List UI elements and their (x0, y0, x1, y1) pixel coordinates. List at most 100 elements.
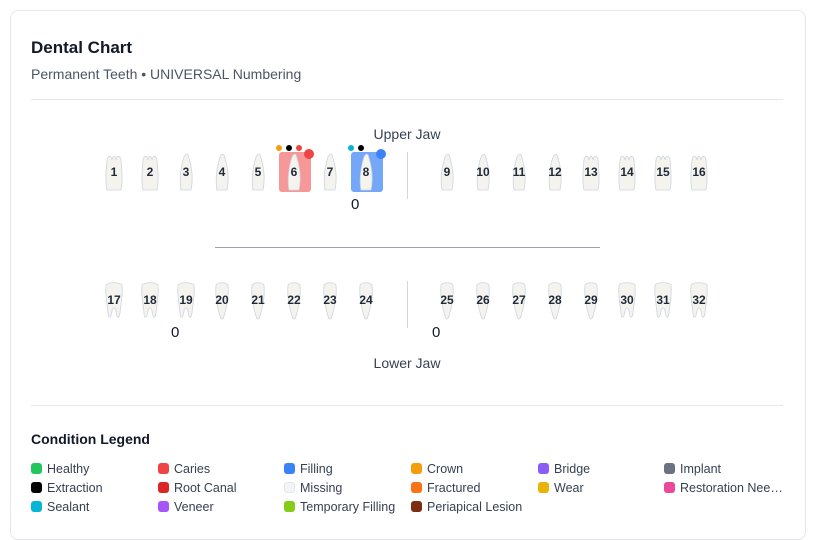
tooth-number: 28 (548, 293, 562, 307)
tooth-number: 4 (218, 165, 226, 179)
tooth-21[interactable]: 21 (243, 281, 273, 321)
legend-label: Extraction (47, 481, 103, 495)
tooth-26[interactable]: 26 (468, 281, 498, 321)
lower-jaw-label: Lower Jaw (373, 355, 441, 371)
tooth-number: 11 (512, 165, 526, 179)
legend-swatch (411, 463, 422, 474)
legend-swatch (31, 463, 42, 474)
tooth-32[interactable]: 32 (684, 281, 714, 321)
legend-swatch (664, 482, 675, 493)
tooth-3[interactable]: 3 (171, 152, 201, 192)
tooth-2[interactable]: 2 (135, 152, 165, 192)
dental-chart-card: Dental Chart Permanent Teeth • UNIVERSAL… (10, 10, 806, 540)
tooth-10[interactable]: 10 (468, 152, 498, 192)
tooth-4[interactable]: 4 (207, 152, 237, 192)
tooth-number: 18 (143, 293, 157, 307)
legend-item: Fractured (411, 481, 481, 495)
tooth-29[interactable]: 29 (576, 281, 606, 321)
legend-swatch (31, 482, 42, 493)
tooth-number: 31 (656, 293, 670, 307)
tooth-25[interactable]: 25 (432, 281, 462, 321)
tooth-6-extraction-marker (286, 145, 292, 151)
page-title: Dental Chart (31, 38, 133, 57)
tooth-number: 29 (584, 293, 598, 307)
legend-swatch (538, 463, 549, 474)
legend-item: Implant (664, 462, 721, 476)
legend-divider (31, 405, 783, 406)
tooth-1[interactable]: 1 (99, 152, 129, 192)
legend-item: Extraction (31, 481, 103, 495)
tooth-6[interactable]: 6 (279, 152, 309, 192)
legend-label: Caries (174, 462, 211, 476)
tooth-31[interactable]: 31 (648, 281, 678, 321)
legend-title: Condition Legend (31, 431, 150, 447)
legend-label: Fractured (427, 481, 481, 495)
legend-swatch (158, 501, 169, 512)
tooth-number: 26 (476, 293, 490, 307)
tooth-27[interactable]: 27 (504, 281, 534, 321)
legend-item: Veneer (158, 500, 214, 514)
legend-item: Temporary Filling (284, 500, 395, 514)
tooth-number: 32 (692, 293, 706, 307)
legend-item: Bridge (538, 462, 590, 476)
tooth-19[interactable]: 19 (171, 281, 201, 321)
tooth-24[interactable]: 24 (351, 281, 381, 321)
tooth-number: 20 (215, 293, 229, 307)
legend-item: Missing (284, 481, 342, 495)
legend-swatch (538, 482, 549, 493)
tooth-number: 23 (323, 293, 337, 307)
tooth-number: 25 (440, 293, 454, 307)
legend-swatch (411, 482, 422, 493)
legend-item: Periapical Lesion (411, 500, 522, 514)
tooth-16[interactable]: 16 (684, 152, 714, 192)
tooth-8[interactable]: 8 (351, 152, 381, 192)
tooth-number: 12 (548, 165, 562, 179)
tooth-7[interactable]: 7 (315, 152, 345, 192)
tooth-30[interactable]: 30 (612, 281, 642, 321)
legend-swatch (664, 463, 675, 474)
tooth-18[interactable]: 18 (135, 281, 165, 321)
legend-item: Restoration Nee… (664, 481, 783, 495)
tooth-number: 15 (656, 165, 670, 179)
legend-label: Periapical Lesion (427, 500, 523, 514)
tooth-22[interactable]: 22 (279, 281, 309, 321)
tooth-number: 19 (179, 293, 193, 307)
tooth-23[interactable]: 23 (315, 281, 345, 321)
tooth-number: 16 (692, 165, 706, 179)
tooth-14[interactable]: 14 (612, 152, 642, 192)
legend-label: Filling (300, 462, 333, 476)
tooth-number: 24 (359, 293, 373, 307)
tooth-13[interactable]: 13 (576, 152, 606, 192)
tooth-number: 8 (362, 165, 370, 179)
legend-swatch (284, 501, 295, 512)
legend-swatch (284, 463, 295, 474)
legend-item: Crown (411, 462, 463, 476)
legend-swatch (158, 482, 169, 493)
lower-counter-right: 0 (432, 324, 441, 341)
tooth-15[interactable]: 15 (648, 152, 678, 192)
legend-item: Sealant (31, 500, 89, 514)
tooth-20[interactable]: 20 (207, 281, 237, 321)
upper-counter: 0 (351, 196, 360, 213)
tooth-number: 7 (326, 165, 334, 179)
tooth-9[interactable]: 9 (432, 152, 462, 192)
tooth-number: 1 (110, 165, 118, 179)
tooth-number: 17 (107, 293, 121, 307)
legend-label: Root Canal (174, 481, 237, 495)
tooth-17[interactable]: 17 (99, 281, 129, 321)
legend-swatch (31, 501, 42, 512)
tooth-28[interactable]: 28 (540, 281, 570, 321)
legend-swatch (158, 463, 169, 474)
tooth-number: 13 (584, 165, 598, 179)
tooth-12[interactable]: 12 (540, 152, 570, 192)
tooth-number: 6 (290, 165, 298, 179)
tooth-number: 30 (620, 293, 634, 307)
legend-swatch (284, 482, 295, 493)
tooth-5[interactable]: 5 (243, 152, 273, 192)
legend-label: Veneer (174, 500, 214, 514)
legend-label: Temporary Filling (300, 500, 396, 514)
legend-label: Missing (300, 481, 343, 495)
jaw-separator (215, 247, 600, 248)
tooth-11[interactable]: 11 (504, 152, 534, 192)
tooth-8-extraction-marker (358, 145, 364, 151)
